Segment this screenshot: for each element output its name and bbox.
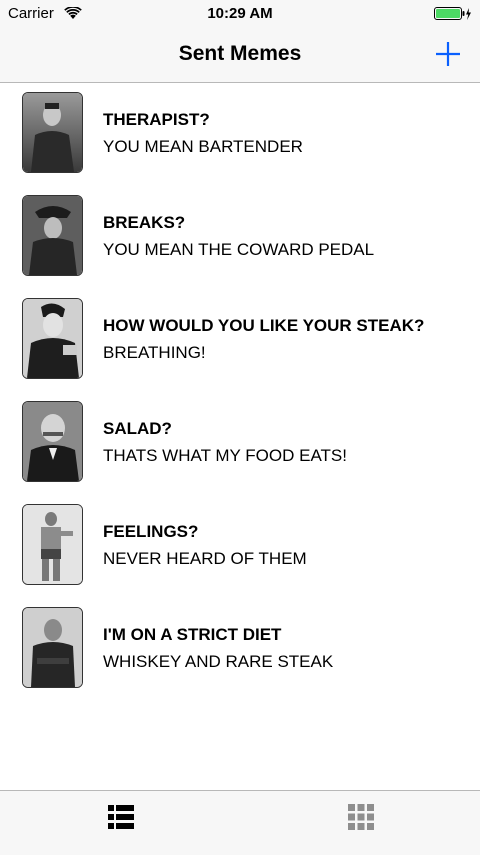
- meme-bottom-text: BREATHING!: [103, 343, 206, 362]
- meme-thumbnail: [22, 401, 83, 482]
- table-row[interactable]: THERAPIST? YOU MEAN BARTENDER: [0, 83, 480, 186]
- tab-collection-view[interactable]: [348, 804, 374, 830]
- meme-bottom-text: YOU MEAN THE COWARD PEDAL: [103, 240, 375, 259]
- meme-thumbnail: [22, 195, 83, 276]
- meme-thumbnail: [22, 504, 83, 585]
- meme-top-text: I'M ON A STRICT DIET: [103, 625, 282, 644]
- meme-bottom-text: NEVER HEARD OF THEM: [103, 549, 307, 568]
- add-meme-button[interactable]: [434, 40, 462, 68]
- list-icon: [108, 805, 134, 829]
- status-time: 10:29 AM: [207, 5, 273, 22]
- table-row[interactable]: SALAD? THATS WHAT MY FOOD EATS!: [0, 392, 480, 495]
- table-row[interactable]: HOW WOULD YOU LIKE YOUR STEAK? BREATHING…: [0, 289, 480, 392]
- meme-top-text: HOW WOULD YOU LIKE YOUR STEAK?: [103, 316, 425, 335]
- grid-icon: [348, 804, 374, 830]
- navigation-bar: Sent Memes: [0, 28, 480, 83]
- meme-bottom-text: YOU MEAN BARTENDER: [103, 137, 303, 156]
- battery-charging-icon: [434, 7, 472, 26]
- status-bar: Carrier 10:29 AM: [0, 0, 480, 28]
- table-row[interactable]: FEELINGS? NEVER HEARD OF THEM: [0, 495, 480, 598]
- tab-table-view[interactable]: [108, 804, 134, 830]
- sent-memes-table[interactable]: THERAPIST? YOU MEAN BARTENDER BREAKS? YO…: [0, 83, 480, 701]
- meme-thumbnail: [22, 607, 83, 688]
- table-row[interactable]: I'M ON A STRICT DIET WHISKEY AND RARE ST…: [0, 598, 480, 701]
- meme-top-text: BREAKS?: [103, 213, 186, 232]
- tab-bar: [0, 790, 480, 855]
- meme-thumbnail: [22, 92, 83, 173]
- meme-top-text: SALAD?: [103, 419, 172, 438]
- meme-bottom-text: WHISKEY AND RARE STEAK: [103, 652, 334, 671]
- meme-bottom-text: THATS WHAT MY FOOD EATS!: [103, 446, 347, 465]
- table-row[interactable]: BREAKS? YOU MEAN THE COWARD PEDAL: [0, 186, 480, 289]
- meme-top-text: FEELINGS?: [103, 522, 199, 541]
- plus-icon: [436, 42, 460, 66]
- page-title: Sent Memes: [178, 42, 302, 65]
- meme-thumbnail: [22, 298, 83, 379]
- meme-top-text: THERAPIST?: [103, 110, 210, 129]
